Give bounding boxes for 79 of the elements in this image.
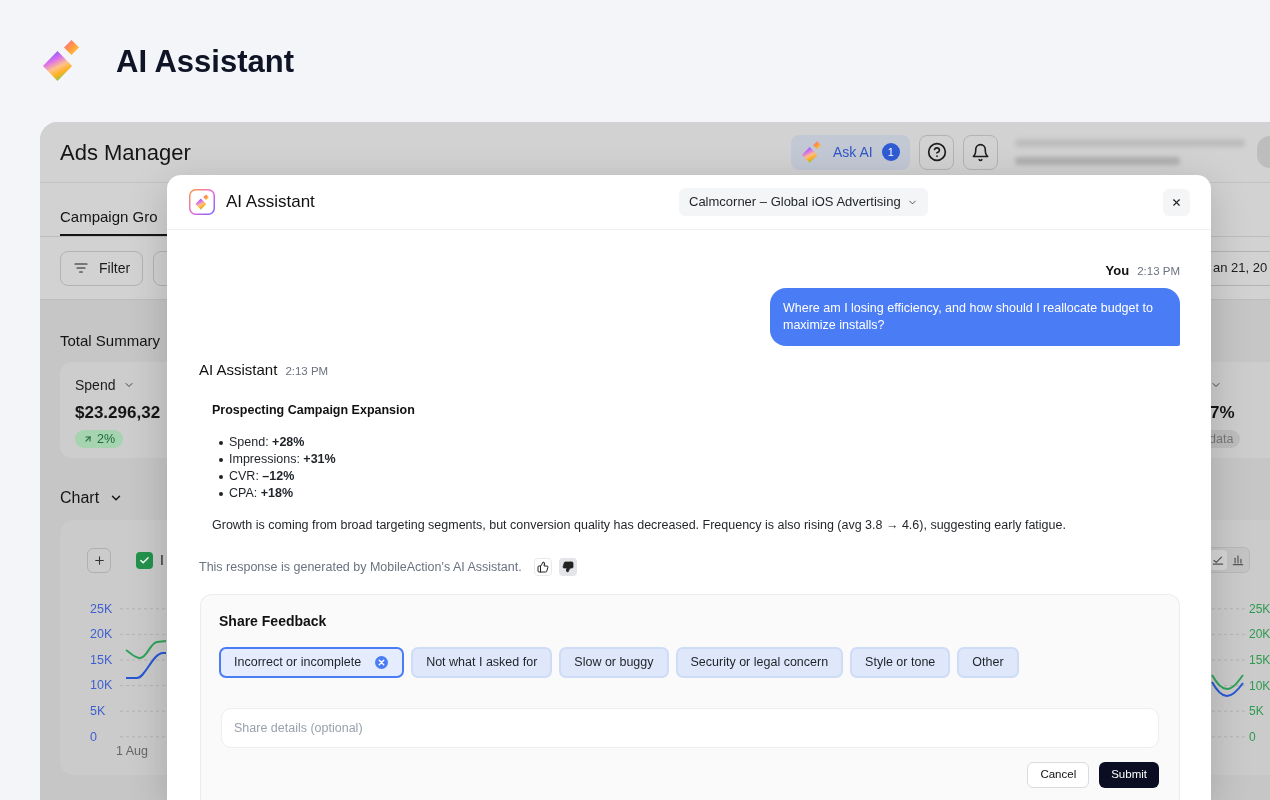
diamonds-logo-icon [43,39,79,81]
arrow-up-right-icon [83,434,93,444]
diamonds-icon [189,189,215,215]
chart-line [125,640,167,659]
section-title: Chart [60,488,100,508]
message-time: 2:13 PM [285,364,329,379]
bell-icon [971,142,990,162]
chart-line [1211,674,1244,690]
filter-icon [73,260,89,276]
axis-label: 10K [90,679,113,692]
bullet-icon [219,457,223,462]
axis-label: 25K [1249,602,1270,615]
cancel-button[interactable]: Cancel [1027,762,1090,788]
thumbs-up-button[interactable] [533,558,552,576]
bullet-text: CVR: –12% [229,468,295,486]
metric-value: 7% [1210,402,1235,425]
feedback-reason-chip[interactable]: Security or legal concern [675,647,844,678]
message-time: 2:13 PM [1137,264,1180,279]
axis-label: 25K [90,602,113,616]
bullet-text: Spend: +28% [229,434,305,452]
response-heading: Prospecting Campaign Expansion [212,402,415,419]
plus-icon [92,553,106,567]
close-button[interactable] [1163,188,1190,216]
checkmark-icon [139,554,150,566]
line-chart-icon [1211,553,1225,567]
thumbs-up-icon [536,561,549,573]
feedback-reason-chip[interactable]: Slow or buggy [559,647,669,678]
submit-button[interactable]: Submit [1099,762,1159,788]
feedback-title: Share Feedback [219,612,327,630]
feedback-reason-chip[interactable]: Incorrect or incomplete [219,647,405,678]
clear-icon [375,656,389,669]
diamonds-icon [802,141,821,163]
disclaimer-text: This response is generated by MobileAction's AI Assistant. [199,558,522,576]
axis-label: 5K [90,704,106,718]
feedback-reason-chip[interactable]: Not what I asked for [411,647,553,678]
message-author: You [1105,262,1130,280]
help-icon [926,142,947,162]
metric-value: $23.296,32 [75,402,161,425]
help-button[interactable] [919,134,954,170]
details-field[interactable]: Share details (optional) [221,708,1159,748]
notifications-button[interactable] [963,134,998,170]
metric-label: Spend [75,375,116,395]
series-label: I [160,550,164,570]
axis-label: 20K [1249,628,1270,641]
axis-label: 15K [1249,654,1270,666]
account-dropdown[interactable]: Calmcorner – Global iOS Advertising [679,188,928,216]
thumbs-down-icon [561,561,574,573]
chart-line [125,652,167,679]
app-title: Ads Manager [60,138,191,167]
thumbs-down-button[interactable] [558,558,577,576]
series-checkbox[interactable] [136,551,153,569]
change-badge: 2% [75,430,124,448]
bullet-icon [219,440,223,445]
axis-label: 10K [1249,679,1270,692]
user-message-bubble: Where am I losing efficiency, and how should I reallocate budget to maximize installs? [770,288,1180,346]
axis-label: 20K [90,628,113,641]
axis-label: 1 Aug [116,744,148,758]
axis-label: 0 [1249,730,1256,743]
page-title: AI Assistant [116,45,294,77]
filter-button[interactable]: Filter [60,250,143,286]
section-title: Total Summary [60,331,161,351]
bullet-text: Impressions: +31% [229,451,336,469]
chart-line [1211,681,1244,697]
dialog-title: AI Assistant [226,191,315,214]
bullet-icon [219,474,223,479]
bar-chart-icon [1231,553,1245,567]
message-author: AI Assistant [199,360,278,380]
close-icon [1171,196,1182,208]
bullet-icon [219,491,223,496]
feedback-reason-chip[interactable]: Style or tone [850,647,951,678]
bullet-text: CPA: +18% [229,485,294,503]
response-paragraph: Growth is coming from broad targeting segments, but conversion quality has decreased. Frequency is also rising (avg 3.8 → 4.6), suggesting early fatigue. [212,517,1066,534]
axis-label: 5K [1249,705,1264,718]
axis-label: 15K [90,653,113,667]
feedback-reason-chip[interactable]: Other [957,647,1019,678]
axis-label: 0 [90,730,97,743]
add-button[interactable] [87,547,111,573]
notification-badge: 1 [881,143,900,161]
ask-ai-button[interactable]: Ask AI 1 [791,134,910,170]
